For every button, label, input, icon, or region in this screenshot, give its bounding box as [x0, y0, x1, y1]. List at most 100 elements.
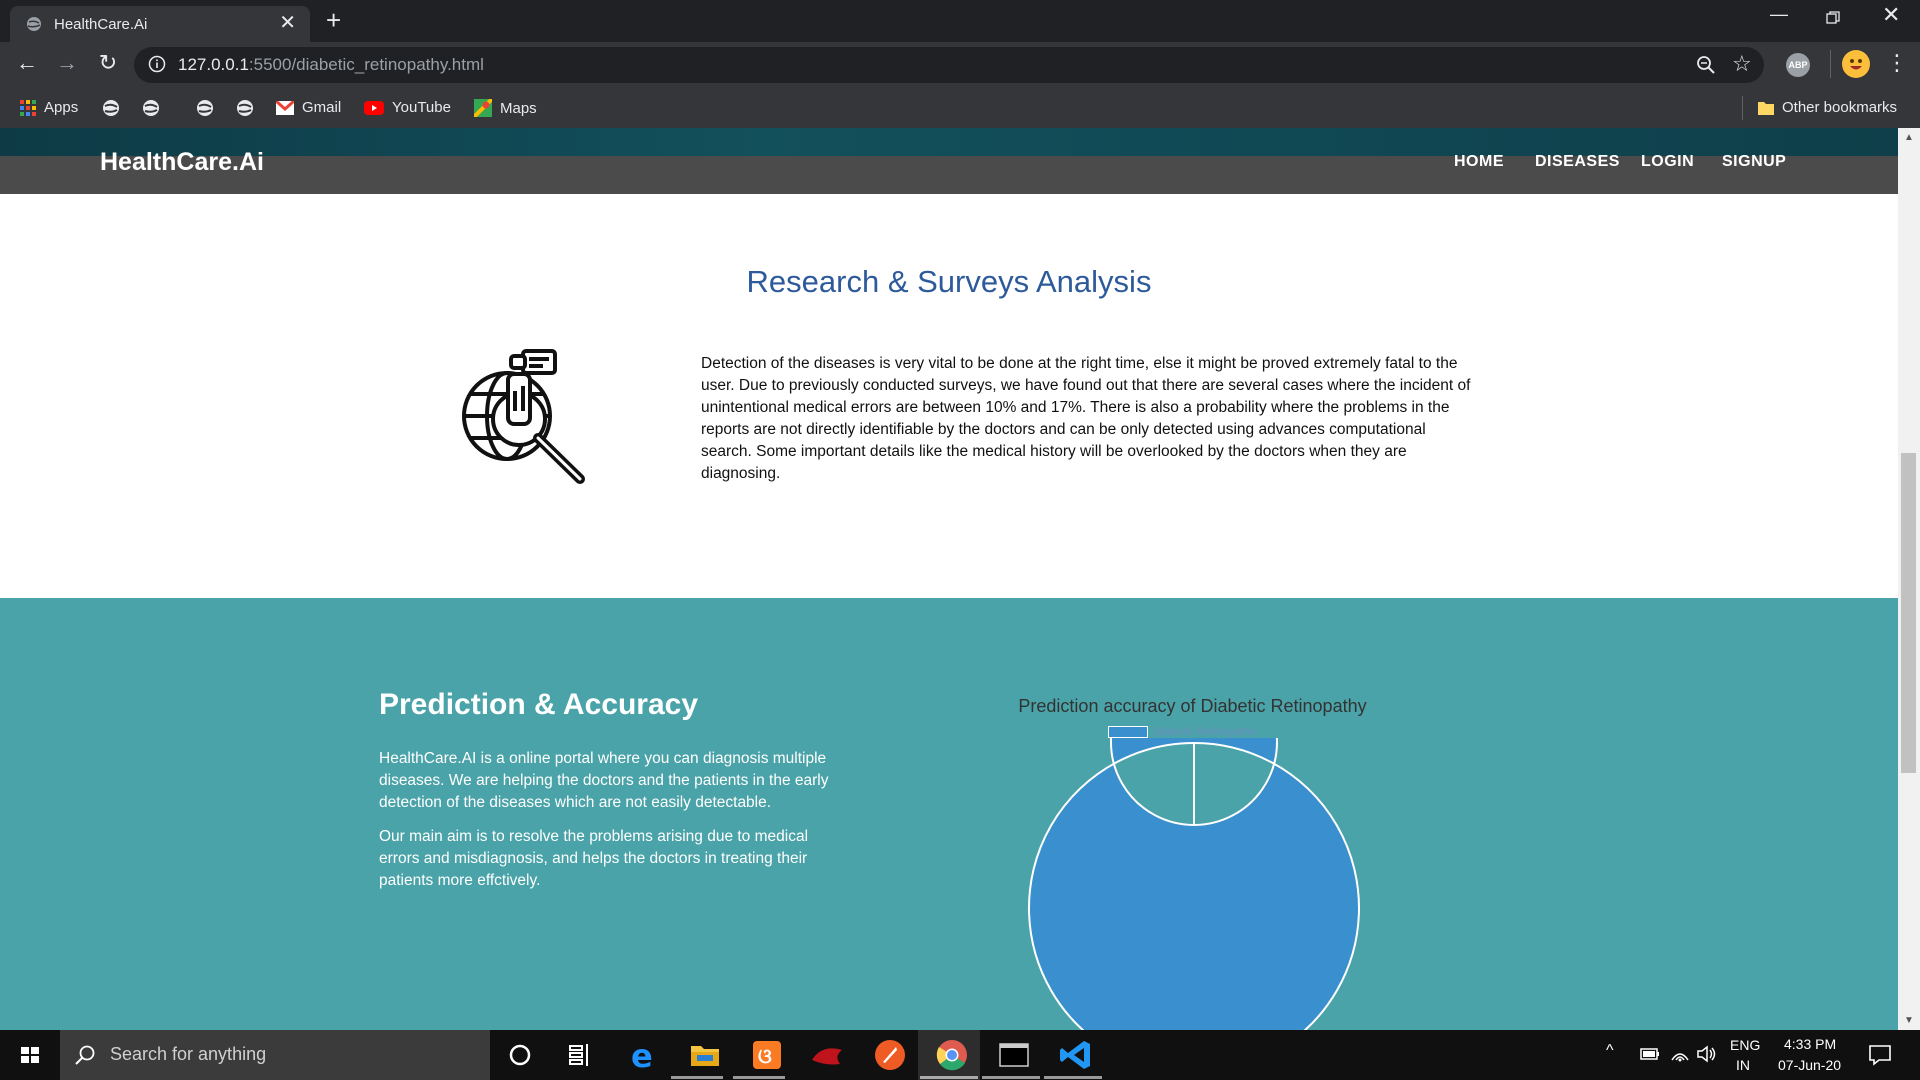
cortana-icon[interactable]: [500, 1038, 540, 1072]
legend-swatch: [1108, 726, 1148, 738]
bookmark-gmail[interactable]: Gmail: [276, 99, 341, 116]
scroll-up-icon[interactable]: ▲: [1904, 132, 1914, 143]
tab-strip: HealthCare.Ai ✕ + — ✕: [0, 0, 1920, 42]
bookmark-apps[interactable]: Apps: [20, 99, 78, 116]
notification-icon[interactable]: [1868, 1043, 1892, 1067]
site-brand[interactable]: HealthCare.Ai: [100, 148, 264, 177]
scroll-thumb[interactable]: [1901, 453, 1916, 773]
bookmark-star-icon[interactable]: ☆: [1732, 51, 1752, 77]
running-indicator: [671, 1076, 723, 1079]
red-app-icon[interactable]: [808, 1038, 848, 1072]
profile-avatar-icon[interactable]: [1842, 50, 1870, 78]
other-bookmarks[interactable]: Other bookmarks: [1758, 99, 1897, 116]
donut-chart[interactable]: [1024, 738, 1364, 1030]
restore-icon[interactable]: [1826, 11, 1840, 25]
nav-signup[interactable]: SIGNUP: [1722, 153, 1786, 171]
address-bar[interactable]: 127.0.0.1:5500/diabetic_retinopathy.html…: [134, 47, 1764, 83]
url-text[interactable]: 127.0.0.1:5500/diabetic_retinopathy.html: [178, 55, 484, 75]
prediction-paragraph-1: HealthCare.AI is a online portal where y…: [379, 750, 829, 811]
search-placeholder: Search for anything: [110, 1044, 267, 1064]
browser-tab[interactable]: HealthCare.Ai ✕: [10, 6, 310, 42]
globe-icon[interactable]: [196, 99, 214, 117]
terminal-icon[interactable]: [994, 1038, 1034, 1072]
new-tab-icon[interactable]: +: [326, 6, 341, 34]
svg-text:ଓ: ଓ: [758, 1044, 772, 1068]
gmail-icon: [276, 100, 294, 115]
close-window-icon[interactable]: ✕: [1882, 2, 1900, 28]
clock-time[interactable]: 4:33 PM: [1784, 1036, 1836, 1052]
browser-toolbar: ← → ↻ 127.0.0.1:5500/diabetic_retinopath…: [0, 42, 1920, 88]
running-indicator: [733, 1076, 785, 1079]
page-scrollbar[interactable]: ▲ ▼: [1898, 128, 1920, 1030]
bookmark-youtube-label: YouTube: [392, 99, 451, 116]
tab-title: HealthCare.Ai: [54, 16, 148, 33]
extension-badge: ABP: [1788, 60, 1808, 70]
file-explorer-icon[interactable]: [685, 1038, 725, 1072]
adblock-extension-icon[interactable]: ABP: [1786, 53, 1810, 77]
bookmark-maps[interactable]: Maps: [474, 99, 537, 117]
globe-icon[interactable]: [142, 99, 160, 117]
volume-icon[interactable]: [1696, 1044, 1718, 1064]
bookmarks-divider: [1742, 96, 1743, 120]
youtube-icon: [364, 100, 384, 115]
running-indicator: [982, 1076, 1040, 1079]
windows-start-icon[interactable]: [0, 1030, 60, 1080]
legend-label: Diabetic Retinopathy: [1154, 726, 1256, 738]
windows-taskbar: Search for anything e ଓ ^ ENG IN 4:33 PM…: [0, 1030, 1920, 1080]
scroll-down-icon[interactable]: ▼: [1904, 1015, 1914, 1026]
tray-chevron-icon[interactable]: ^: [1606, 1042, 1614, 1060]
xampp-icon[interactable]: ଓ: [747, 1038, 787, 1072]
nav-login[interactable]: LOGIN: [1641, 153, 1694, 171]
url-path: :5500/diabetic_retinopathy.html: [248, 55, 484, 74]
bookmarks-bar: Apps Gmail YouTube Maps Other bookmarks: [0, 88, 1920, 129]
prediction-section: Prediction & Accuracy HealthCare.AI is a…: [0, 598, 1898, 1030]
postman-icon[interactable]: [870, 1038, 910, 1072]
vscode-icon[interactable]: [1056, 1038, 1096, 1072]
language-indicator[interactable]: ENG: [1730, 1037, 1760, 1053]
prediction-paragraph-2: Our main aim is to resolve the problems …: [379, 828, 809, 889]
global-research-icon: [462, 349, 585, 484]
chart-title: Prediction accuracy of Diabetic Retinopa…: [1018, 696, 1367, 716]
forward-icon[interactable]: →: [52, 50, 82, 76]
running-indicator: [1044, 1076, 1102, 1079]
minimize-icon[interactable]: —: [1770, 4, 1788, 25]
menu-kebab-icon[interactable]: ⋮: [1882, 50, 1912, 76]
nav-diseases[interactable]: DISEASES: [1535, 153, 1620, 171]
folder-icon: [1758, 101, 1774, 115]
nav-home[interactable]: HOME: [1454, 153, 1504, 171]
prediction-title: Prediction & Accuracy: [379, 688, 698, 721]
wifi-icon[interactable]: [1670, 1044, 1690, 1064]
search-icon: [75, 1045, 95, 1065]
task-view-icon[interactable]: [560, 1038, 600, 1072]
bookmark-gmail-label: Gmail: [302, 99, 342, 116]
header-banner-strip: [0, 128, 1898, 156]
url-host: 127.0.0.1: [178, 55, 249, 74]
info-icon[interactable]: [148, 55, 166, 73]
taskbar-search[interactable]: Search for anything: [60, 1030, 490, 1080]
apps-grid-icon: [20, 99, 36, 116]
back-icon[interactable]: ←: [12, 50, 42, 76]
bookmark-youtube[interactable]: YouTube: [364, 99, 451, 116]
maps-icon: [474, 99, 492, 117]
close-tab-icon[interactable]: ✕: [279, 12, 296, 34]
site-navbar: HealthCare.Ai HOME DISEASES LOGIN SIGNUP: [0, 128, 1898, 194]
research-title: Research & Surveys Analysis: [746, 264, 1152, 299]
chart-legend[interactable]: Diabetic Retinopathy: [1108, 726, 1256, 738]
page-viewport: HealthCare.Ai HOME DISEASES LOGIN SIGNUP…: [0, 128, 1898, 1030]
running-indicator: [920, 1076, 978, 1079]
zoom-icon[interactable]: [1696, 55, 1716, 75]
svg-text:e: e: [631, 1038, 653, 1072]
edge-browser-icon[interactable]: e: [623, 1038, 663, 1072]
clock-date[interactable]: 07-Jun-20: [1778, 1057, 1841, 1073]
other-bookmarks-label: Other bookmarks: [1782, 99, 1898, 116]
battery-icon[interactable]: [1640, 1047, 1660, 1061]
toolbar-divider: [1830, 50, 1831, 78]
active-app-highlight: [918, 1030, 980, 1080]
globe-icon[interactable]: [102, 99, 120, 117]
research-paragraph: Detection of the diseases is very vital …: [701, 355, 1471, 482]
bookmark-apps-label: Apps: [44, 99, 79, 116]
reload-icon[interactable]: ↻: [93, 50, 123, 76]
bookmark-maps-label: Maps: [500, 99, 537, 117]
region-indicator[interactable]: IN: [1736, 1057, 1750, 1073]
globe-icon[interactable]: [236, 99, 254, 117]
